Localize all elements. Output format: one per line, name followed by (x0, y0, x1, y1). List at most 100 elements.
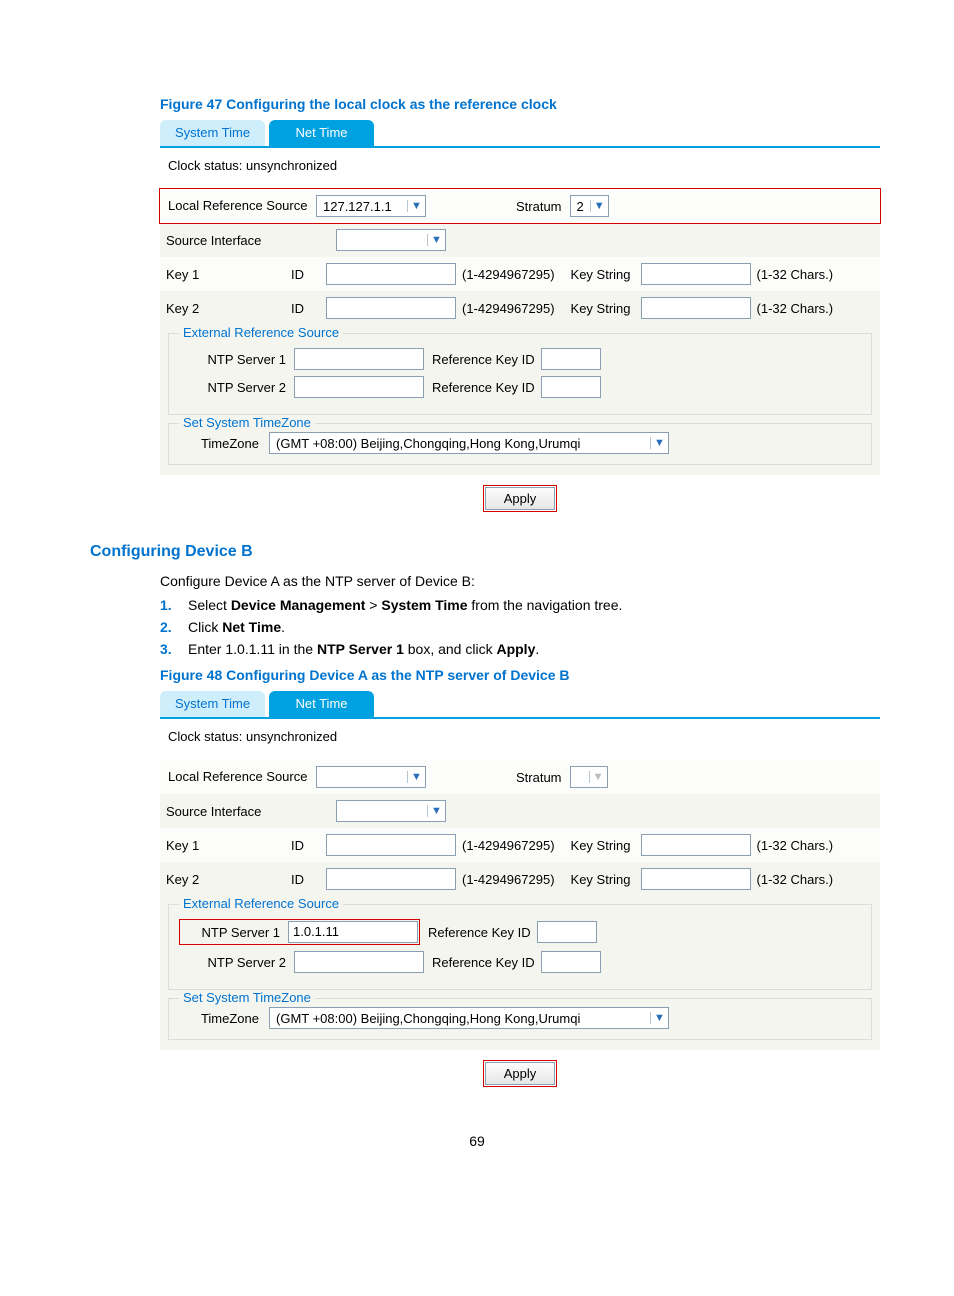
key2-string-hint: (1-32 Chars.) (757, 872, 834, 887)
tab-net-time[interactable]: Net Time (269, 691, 374, 717)
source-interface-row: Source Interface ▼ (160, 223, 880, 257)
timezone-label: TimeZone (179, 1011, 269, 1026)
key2-id-input[interactable] (326, 297, 456, 319)
key1-string-hint: (1-32 Chars.) (757, 267, 834, 282)
source-interface-dropdown[interactable]: ▼ (336, 229, 446, 251)
external-reference-fieldset: External Reference Source NTP Server 1 R… (168, 333, 872, 415)
figure48-panel: System Time Net Time Clock status: unsyn… (160, 691, 880, 1093)
ref-key-id-label: Reference Key ID (432, 352, 535, 367)
key1-row: Key 1 ID (1-4294967295) Key String (1-32… (160, 257, 880, 291)
key2-string-label: Key String (571, 301, 631, 316)
timezone-label: TimeZone (179, 436, 269, 451)
tabs: System Time Net Time (160, 691, 880, 719)
timezone-fieldset: Set System TimeZone TimeZone (GMT +08:00… (168, 998, 872, 1040)
key1-string-input[interactable] (641, 834, 751, 856)
ntp-server1-label: NTP Server 1 (179, 352, 294, 367)
tab-net-time[interactable]: Net Time (269, 120, 374, 146)
chevron-down-icon: ▼ (407, 200, 425, 212)
section-heading: Configuring Device B (90, 543, 864, 561)
apply-highlight: Apply (483, 1060, 558, 1087)
figure-caption: Figure 48 Configuring Device A as the NT… (160, 667, 864, 683)
ntp-server2-input[interactable] (294, 376, 424, 398)
timezone-legend: Set System TimeZone (179, 415, 315, 430)
timezone-dropdown[interactable]: (GMT +08:00) Beijing,Chongqing,Hong Kong… (269, 1007, 669, 1029)
ntp2-refkey-input[interactable] (541, 376, 601, 398)
ref-key-id-label: Reference Key ID (428, 925, 531, 940)
chevron-down-icon: ▼ (427, 805, 445, 817)
stratum-label: Stratum (516, 770, 562, 785)
chevron-down-icon: ▼ (589, 771, 607, 783)
ntp-server2-label: NTP Server 2 (179, 955, 294, 970)
ntp-server1-input[interactable]: 1.0.1.11 (288, 921, 418, 943)
external-reference-fieldset: External Reference Source NTP Server 1 1… (168, 904, 872, 990)
stratum-label: Stratum (516, 199, 562, 214)
ntp-server2-input[interactable] (294, 951, 424, 973)
stratum-dropdown[interactable]: 2▼ (570, 195, 609, 217)
timezone-dropdown[interactable]: (GMT +08:00) Beijing,Chongqing,Hong Kong… (269, 432, 669, 454)
tab-system-time[interactable]: System Time (160, 691, 265, 717)
step-3: 3.Enter 1.0.1.11 in the NTP Server 1 box… (160, 641, 864, 657)
figure-caption: Figure 47 Configuring the local clock as… (160, 96, 864, 112)
local-reference-row: Local Reference Source 127.127.1.1▼ Stra… (160, 189, 880, 223)
chevron-down-icon: ▼ (427, 234, 445, 246)
local-reference-row: Local Reference Source ▼ Stratum ▼ (160, 760, 880, 794)
clock-status: Clock status: unsynchronized (160, 148, 880, 189)
key1-string-hint: (1-32 Chars.) (757, 838, 834, 853)
ntp-server1-label: NTP Server 1 (181, 925, 288, 940)
clock-status: Clock status: unsynchronized (160, 719, 880, 760)
local-reference-label: Local Reference Source (166, 769, 316, 785)
key1-row: Key 1 ID (1-4294967295) Key String (1-32… (160, 828, 880, 862)
key2-string-hint: (1-32 Chars.) (757, 301, 834, 316)
figure47-panel: System Time Net Time Clock status: unsyn… (160, 120, 880, 518)
local-reference-dropdown[interactable]: ▼ (316, 766, 426, 788)
key2-label: Key 2 (166, 301, 291, 316)
key2-label: Key 2 (166, 872, 291, 887)
ntp1-highlight: NTP Server 1 1.0.1.11 (179, 919, 420, 945)
ref-key-id-label: Reference Key ID (432, 955, 535, 970)
key1-id-input[interactable] (326, 263, 456, 285)
timezone-fieldset: Set System TimeZone TimeZone (GMT +08:00… (168, 423, 872, 465)
key1-label: Key 1 (166, 267, 291, 282)
ntp1-refkey-input[interactable] (541, 348, 601, 370)
step-1: 1.Select Device Management > System Time… (160, 597, 864, 613)
stratum-dropdown[interactable]: ▼ (570, 766, 608, 788)
source-interface-dropdown[interactable]: ▼ (336, 800, 446, 822)
key2-string-input[interactable] (641, 868, 751, 890)
local-reference-dropdown[interactable]: 127.127.1.1▼ (316, 195, 426, 217)
apply-button[interactable]: Apply (485, 1062, 556, 1085)
source-interface-row: Source Interface ▼ (160, 794, 880, 828)
local-reference-label: Local Reference Source (166, 198, 316, 214)
key2-string-input[interactable] (641, 297, 751, 319)
key2-id-hint: (1-4294967295) (462, 301, 555, 316)
id-label: ID (291, 267, 326, 282)
apply-button[interactable]: Apply (485, 487, 556, 510)
id-label: ID (291, 872, 326, 887)
key1-label: Key 1 (166, 838, 291, 853)
page-number: 69 (90, 1133, 864, 1149)
tab-system-time[interactable]: System Time (160, 120, 265, 146)
key2-id-hint: (1-4294967295) (462, 872, 555, 887)
tabs: System Time Net Time (160, 120, 880, 148)
chevron-down-icon: ▼ (407, 771, 425, 783)
chevron-down-icon: ▼ (650, 437, 668, 449)
key2-id-input[interactable] (326, 868, 456, 890)
key1-id-hint: (1-4294967295) (462, 838, 555, 853)
key1-string-label: Key String (571, 267, 631, 282)
ntp-server1-input[interactable] (294, 348, 424, 370)
ntp2-refkey-input[interactable] (541, 951, 601, 973)
id-label: ID (291, 838, 326, 853)
ntp1-refkey-input[interactable] (537, 921, 597, 943)
key1-string-label: Key String (571, 838, 631, 853)
source-interface-label: Source Interface (166, 233, 336, 248)
step-2: 2.Click Net Time. (160, 619, 864, 635)
chevron-down-icon: ▼ (590, 200, 608, 212)
chevron-down-icon: ▼ (650, 1012, 668, 1024)
key2-row: Key 2 ID (1-4294967295) Key String (1-32… (160, 291, 880, 325)
key2-string-label: Key String (571, 872, 631, 887)
source-interface-label: Source Interface (166, 804, 336, 819)
key1-string-input[interactable] (641, 263, 751, 285)
intro-text: Configure Device A as the NTP server of … (160, 573, 864, 589)
ntp-server2-label: NTP Server 2 (179, 380, 294, 395)
key1-id-input[interactable] (326, 834, 456, 856)
key1-id-hint: (1-4294967295) (462, 267, 555, 282)
